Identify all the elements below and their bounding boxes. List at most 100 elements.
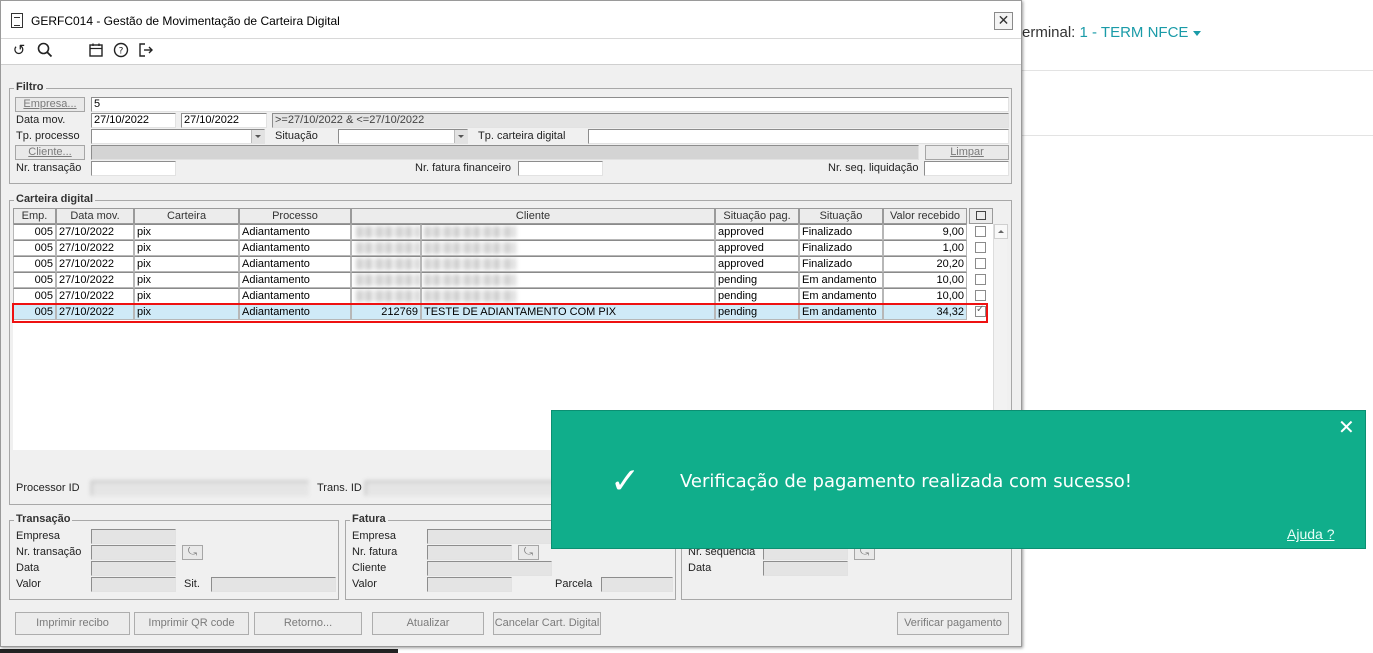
cell-emp[interactable]: 005 xyxy=(13,288,56,304)
cell-cliente-codigo[interactable] xyxy=(351,272,421,288)
terminal-selector[interactable]: erminal: 1 - TERM NFCE xyxy=(1022,24,1202,41)
cell-emp[interactable]: 005 xyxy=(13,240,56,256)
column-header-cliente[interactable]: Cliente xyxy=(351,208,715,224)
fat-lookup-button[interactable]: ⤿ xyxy=(518,545,539,560)
cell-valor[interactable]: 10,00 xyxy=(883,288,967,304)
row-checkbox[interactable] xyxy=(975,290,986,301)
calendar-icon[interactable] xyxy=(87,42,105,60)
cell-emp[interactable]: 005 xyxy=(13,224,56,240)
cell-situacao[interactable]: Finalizado xyxy=(799,256,883,272)
cancelar-button[interactable]: Cancelar Cart. Digital xyxy=(493,612,601,635)
cell-situacao-pag[interactable]: pending xyxy=(715,288,799,304)
cell-carteira[interactable]: pix xyxy=(134,272,239,288)
cell-data-mov[interactable]: 27/10/2022 xyxy=(56,240,134,256)
cell-valor[interactable]: 1,00 xyxy=(883,240,967,256)
cell-processo[interactable]: Adiantamento xyxy=(239,272,351,288)
imprimir-qr-button[interactable]: Imprimir QR code xyxy=(134,612,249,635)
column-header-valor[interactable]: Valor recebido xyxy=(883,208,967,224)
column-header-select-all[interactable] xyxy=(969,208,993,224)
cell-emp[interactable]: 005 xyxy=(13,272,56,288)
cell-situacao-pag[interactable]: pending xyxy=(715,272,799,288)
cell-cliente-nome[interactable] xyxy=(421,256,715,272)
lookup-icon[interactable]: ⤿ xyxy=(524,546,533,558)
row-checkbox[interactable] xyxy=(975,258,986,269)
cliente-button[interactable]: Cliente... xyxy=(15,145,85,160)
cell-processo[interactable]: Adiantamento xyxy=(239,240,351,256)
cell-data-mov[interactable]: 27/10/2022 xyxy=(56,256,134,272)
help-icon[interactable]: ? xyxy=(112,42,130,60)
cell-processo[interactable]: Adiantamento xyxy=(239,224,351,240)
column-header-situacao[interactable]: Situação xyxy=(799,208,883,224)
column-header-carteira[interactable]: Carteira xyxy=(134,208,239,224)
tp-carteira-field[interactable] xyxy=(588,129,1009,144)
nr-transacao-field[interactable] xyxy=(91,161,176,176)
cell-carteira[interactable]: pix xyxy=(134,256,239,272)
cell-carteira[interactable]: pix xyxy=(134,288,239,304)
toast-close-button[interactable]: ✕ xyxy=(1338,417,1355,439)
tp-processo-select[interactable] xyxy=(91,129,265,144)
cell-cliente-nome[interactable] xyxy=(421,224,715,240)
cell-data-mov[interactable]: 27/10/2022 xyxy=(56,224,134,240)
table-row[interactable]: 005 27/10/2022 pix Adiantamento approved Fina… xyxy=(13,240,986,256)
chevron-down-icon[interactable] xyxy=(454,130,467,143)
lookup-icon[interactable]: ⤿ xyxy=(188,546,197,558)
terminal-value[interactable]: 1 - TERM NFCE xyxy=(1080,24,1189,41)
table-row[interactable]: 005 27/10/2022 pix Adiantamento pending Em an… xyxy=(13,288,986,304)
cell-cliente-nome[interactable] xyxy=(421,272,715,288)
close-button[interactable]: ✕ xyxy=(994,12,1013,30)
cell-situacao[interactable]: Em andamento xyxy=(799,288,883,304)
column-header-processo[interactable]: Processo xyxy=(239,208,351,224)
row-checkbox[interactable] xyxy=(975,242,986,253)
table-row[interactable]: 005 27/10/2022 pix Adiantamento approved Fina… xyxy=(13,224,986,240)
cell-situacao[interactable]: Finalizado xyxy=(799,240,883,256)
cell-emp[interactable]: 005 xyxy=(13,256,56,272)
nr-seq-field[interactable] xyxy=(924,161,1009,176)
cell-cliente-nome[interactable] xyxy=(421,288,715,304)
undo-icon[interactable]: ↺ xyxy=(10,42,28,60)
chevron-down-icon[interactable] xyxy=(251,130,264,143)
cell-situacao[interactable]: Em andamento xyxy=(799,272,883,288)
imprimir-recibo-button[interactable]: Imprimir recibo xyxy=(15,612,130,635)
atualizar-button[interactable]: Atualizar xyxy=(372,612,484,635)
empresa-field[interactable]: 5 xyxy=(91,97,1009,112)
cell-situacao-pag[interactable]: approved xyxy=(715,224,799,240)
scroll-up-icon[interactable] xyxy=(994,224,1008,239)
cell-situacao[interactable]: Finalizado xyxy=(799,224,883,240)
cell-data-mov[interactable]: 27/10/2022 xyxy=(56,288,134,304)
table-row[interactable]: 005 27/10/2022 pix Adiantamento approved Fina… xyxy=(13,256,986,272)
caret-down-icon[interactable] xyxy=(1193,30,1202,36)
search-icon[interactable] xyxy=(36,42,54,60)
checkbox-icon[interactable] xyxy=(976,211,986,220)
cell-cliente-codigo[interactable] xyxy=(351,240,421,256)
data-mov-from-field[interactable]: 27/10/2022 xyxy=(91,113,176,128)
exit-icon[interactable] xyxy=(137,42,155,60)
column-header-situacao-pag[interactable]: Situação pag. xyxy=(715,208,799,224)
toast-help-link[interactable]: Ajuda ? xyxy=(1287,526,1334,542)
cell-cliente-codigo[interactable] xyxy=(351,256,421,272)
cell-cliente-codigo[interactable] xyxy=(351,288,421,304)
cell-situacao-pag[interactable]: approved xyxy=(715,256,799,272)
cell-cliente-nome[interactable] xyxy=(421,240,715,256)
column-header-data[interactable]: Data mov. xyxy=(56,208,134,224)
column-header-emp[interactable]: Emp. xyxy=(13,208,56,224)
empresa-button[interactable]: Empresa... xyxy=(15,97,85,112)
nr-fatura-field[interactable] xyxy=(518,161,603,176)
situacao-select[interactable] xyxy=(338,129,468,144)
verificar-pagamento-button[interactable]: Verificar pagamento xyxy=(897,612,1009,635)
tr-lookup-button[interactable]: ⤿ xyxy=(182,545,203,560)
cell-valor[interactable]: 20,20 xyxy=(883,256,967,272)
row-checkbox[interactable] xyxy=(975,226,986,237)
cell-cliente-codigo[interactable] xyxy=(351,224,421,240)
cell-valor[interactable]: 10,00 xyxy=(883,272,967,288)
cell-valor[interactable]: 9,00 xyxy=(883,224,967,240)
limpar-button[interactable]: Limpar xyxy=(925,145,1009,160)
row-checkbox[interactable] xyxy=(975,274,986,285)
cell-data-mov[interactable]: 27/10/2022 xyxy=(56,272,134,288)
retorno-button[interactable]: Retorno... xyxy=(254,612,362,635)
data-mov-to-field[interactable]: 27/10/2022 xyxy=(181,113,267,128)
cell-carteira[interactable]: pix xyxy=(134,224,239,240)
cell-situacao-pag[interactable]: approved xyxy=(715,240,799,256)
table-row[interactable]: 005 27/10/2022 pix Adiantamento pending Em an… xyxy=(13,272,986,288)
cell-processo[interactable]: Adiantamento xyxy=(239,256,351,272)
cell-processo[interactable]: Adiantamento xyxy=(239,288,351,304)
